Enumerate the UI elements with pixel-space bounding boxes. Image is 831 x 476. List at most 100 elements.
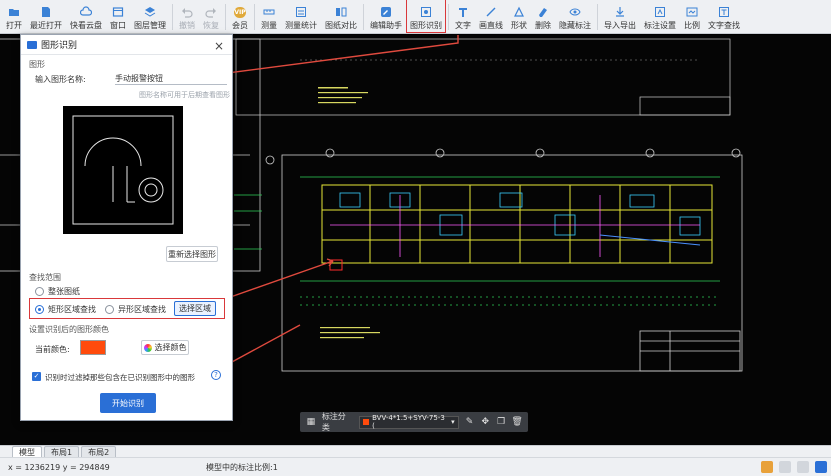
toolbar-button-label: 测量统计 (285, 21, 317, 30)
toolbar-button-label: 画直线 (479, 21, 503, 30)
radio-whole-drawing[interactable]: 整张图纸 (35, 286, 80, 297)
toolbar-separator (363, 3, 364, 30)
toolbar-button-label: 恢复 (203, 21, 219, 30)
toolbar-button-label: 打开 (6, 21, 22, 30)
radio-irregular-area[interactable]: 异形区域查找 (105, 304, 166, 315)
drawing-compare-icon (335, 6, 347, 18)
cursor-coordinates: x = 1236219 y = 294849 (8, 462, 110, 472)
annotation-floatbar: ▦ 标注分类 BVV-4*1.5+SYV-75-3 ( ▾ ✎ ✥ ❐ 🗑 (300, 412, 528, 432)
ortho-icon[interactable] (797, 461, 809, 473)
toolbar-button-label: 文字 (455, 21, 471, 30)
radio-whole-label: 整张图纸 (48, 287, 80, 296)
toolbar-button-redo[interactable]: 恢复 (199, 0, 223, 33)
grid-icon[interactable]: ▦ (306, 417, 316, 427)
shape-icon (513, 6, 525, 18)
toolbar-button-line[interactable]: 画直线 (475, 0, 507, 33)
toolbar-button-label: 撤销 (179, 21, 195, 30)
move-icon[interactable]: ✥ (480, 417, 490, 427)
toolbar-button-recent-files[interactable]: 最近打开 (26, 0, 66, 33)
toolbar-separator (225, 3, 226, 30)
layer-select-value: BVV-4*1.5+SYV-75-3 ( (372, 414, 445, 430)
radio-rect-area[interactable]: 矩形区域查找 (35, 304, 96, 315)
radio-whole-indicator (35, 287, 44, 296)
redo-icon (205, 6, 217, 18)
toolbar-button-vip[interactable]: VIP 会员 (228, 0, 252, 33)
hide-annotation-icon (569, 6, 581, 18)
measure-stats-icon (295, 6, 307, 18)
vip-badge: VIP (234, 6, 246, 18)
dialog-app-icon (27, 40, 37, 49)
toolbar-button-label: 窗口 (110, 21, 126, 30)
toolbar-button-label: 标注设置 (644, 21, 676, 30)
toolbar-button-import-export[interactable]: 导入导出 (600, 0, 640, 33)
recent-files-icon (40, 6, 52, 18)
snap-icon[interactable] (779, 461, 791, 473)
toolbar-button-label: 删除 (535, 21, 551, 30)
toolbar-button-drawing-compare[interactable]: 图纸对比 (321, 0, 361, 33)
toolbar-button-label: 文字查找 (708, 21, 740, 30)
toolbar-button-folder-open[interactable]: 打开 (2, 0, 26, 33)
toolbar-button-annotation-settings[interactable]: 标注设置 (640, 0, 680, 33)
toolbar-button-undo[interactable]: 撤销 (175, 0, 199, 33)
lock-icon[interactable] (761, 461, 773, 473)
choose-color-button[interactable]: 选择颜色 (141, 340, 189, 355)
layer-select[interactable]: BVV-4*1.5+SYV-75-3 ( ▾ (359, 414, 459, 430)
toolbar-button-label: 编辑助手 (370, 21, 402, 30)
dialog-titlebar: 图形识别 (21, 35, 232, 55)
shape-recognition-dialog: 图形识别 × 图形 输入图形名称: 图形名称可用于后期查看图形 重新选择图形 查… (20, 34, 233, 421)
toolbar-button-window[interactable]: 窗口 (106, 0, 130, 33)
palette-icon (143, 343, 152, 352)
toolbar-button-text-search[interactable]: 文字查找 (704, 0, 744, 33)
scale-icon (686, 6, 698, 18)
chevron-down-icon: ▾ (451, 418, 455, 426)
shape-name-input[interactable] (115, 72, 227, 85)
toolbar-button-measure[interactable]: 测量 (257, 0, 281, 33)
reselect-shape-button[interactable]: 重新选择图形 (166, 246, 218, 262)
toolbar-button-hide-annotation[interactable]: 隐藏标注 (555, 0, 595, 33)
toolbar-button-scale[interactable]: 比例 (680, 0, 704, 33)
section-range-label: 查找范围 (29, 273, 61, 282)
display-icon[interactable] (815, 461, 827, 473)
annotation-category-label: 标注分类 (321, 412, 346, 432)
current-color-swatch[interactable] (80, 340, 106, 355)
toolbar-button-delete[interactable]: 删除 (531, 0, 555, 33)
toolbar-button-label: 图纸对比 (325, 21, 357, 30)
toolbar-button-label: 图层管理 (134, 21, 166, 30)
text-icon (457, 6, 469, 18)
cloud-icon (80, 6, 92, 18)
radio-rect-label: 矩形区域查找 (48, 305, 96, 314)
toolbar-button-shape[interactable]: 形状 (507, 0, 531, 33)
select-area-button[interactable]: 选择区域 (174, 301, 216, 316)
tab-model[interactable]: 模型 (12, 446, 42, 457)
toolbar-button-label: 最近打开 (30, 21, 62, 30)
toolbar-button-edit-assistant[interactable]: 编辑助手 (366, 0, 406, 33)
start-recognition-button[interactable]: 开始识别 (100, 393, 156, 413)
toolbar-button-label: 比例 (684, 21, 700, 30)
toolbar-button-text[interactable]: 文字 (451, 0, 475, 33)
folder-open-icon (8, 6, 20, 18)
trash-icon[interactable]: 🗑 (511, 417, 522, 427)
toolbar-button-shape-recognition[interactable]: 图形识别 (406, 0, 446, 33)
toolbar-button-label: 隐藏标注 (559, 21, 591, 30)
filter-contained-label: 识别时过滤掉那些包含在已识别图形中的图形 (45, 373, 195, 382)
edit-icon[interactable]: ✎ (465, 417, 475, 427)
copy-icon[interactable]: ❐ (496, 417, 506, 427)
toolbar-button-cloud[interactable]: 快看云盘 (66, 0, 106, 33)
annotation-settings-icon (654, 6, 666, 18)
toolbar-button-label: 会员 (232, 21, 248, 30)
filter-contained-checkbox[interactable]: ✓ (32, 372, 41, 381)
help-icon[interactable]: ? (211, 370, 221, 380)
tab-layout2[interactable]: 布局2 (81, 446, 117, 457)
measure-icon (263, 6, 275, 18)
shape-name-hint: 图形名称可用于后期查看图形 (139, 91, 230, 99)
toolbar-separator (448, 3, 449, 30)
close-icon[interactable]: × (214, 39, 224, 53)
toolbar-button-measure-stats[interactable]: 测量统计 (281, 0, 321, 33)
toolbar-button-layers[interactable]: 图层管理 (130, 0, 170, 33)
toolbar-button-label: 测量 (261, 21, 277, 30)
toolbar-separator (597, 3, 598, 30)
toolbar-separator (172, 3, 173, 30)
tab-layout1[interactable]: 布局1 (44, 446, 80, 457)
dialog-title: 图形识别 (41, 41, 78, 51)
line-icon (485, 6, 497, 18)
